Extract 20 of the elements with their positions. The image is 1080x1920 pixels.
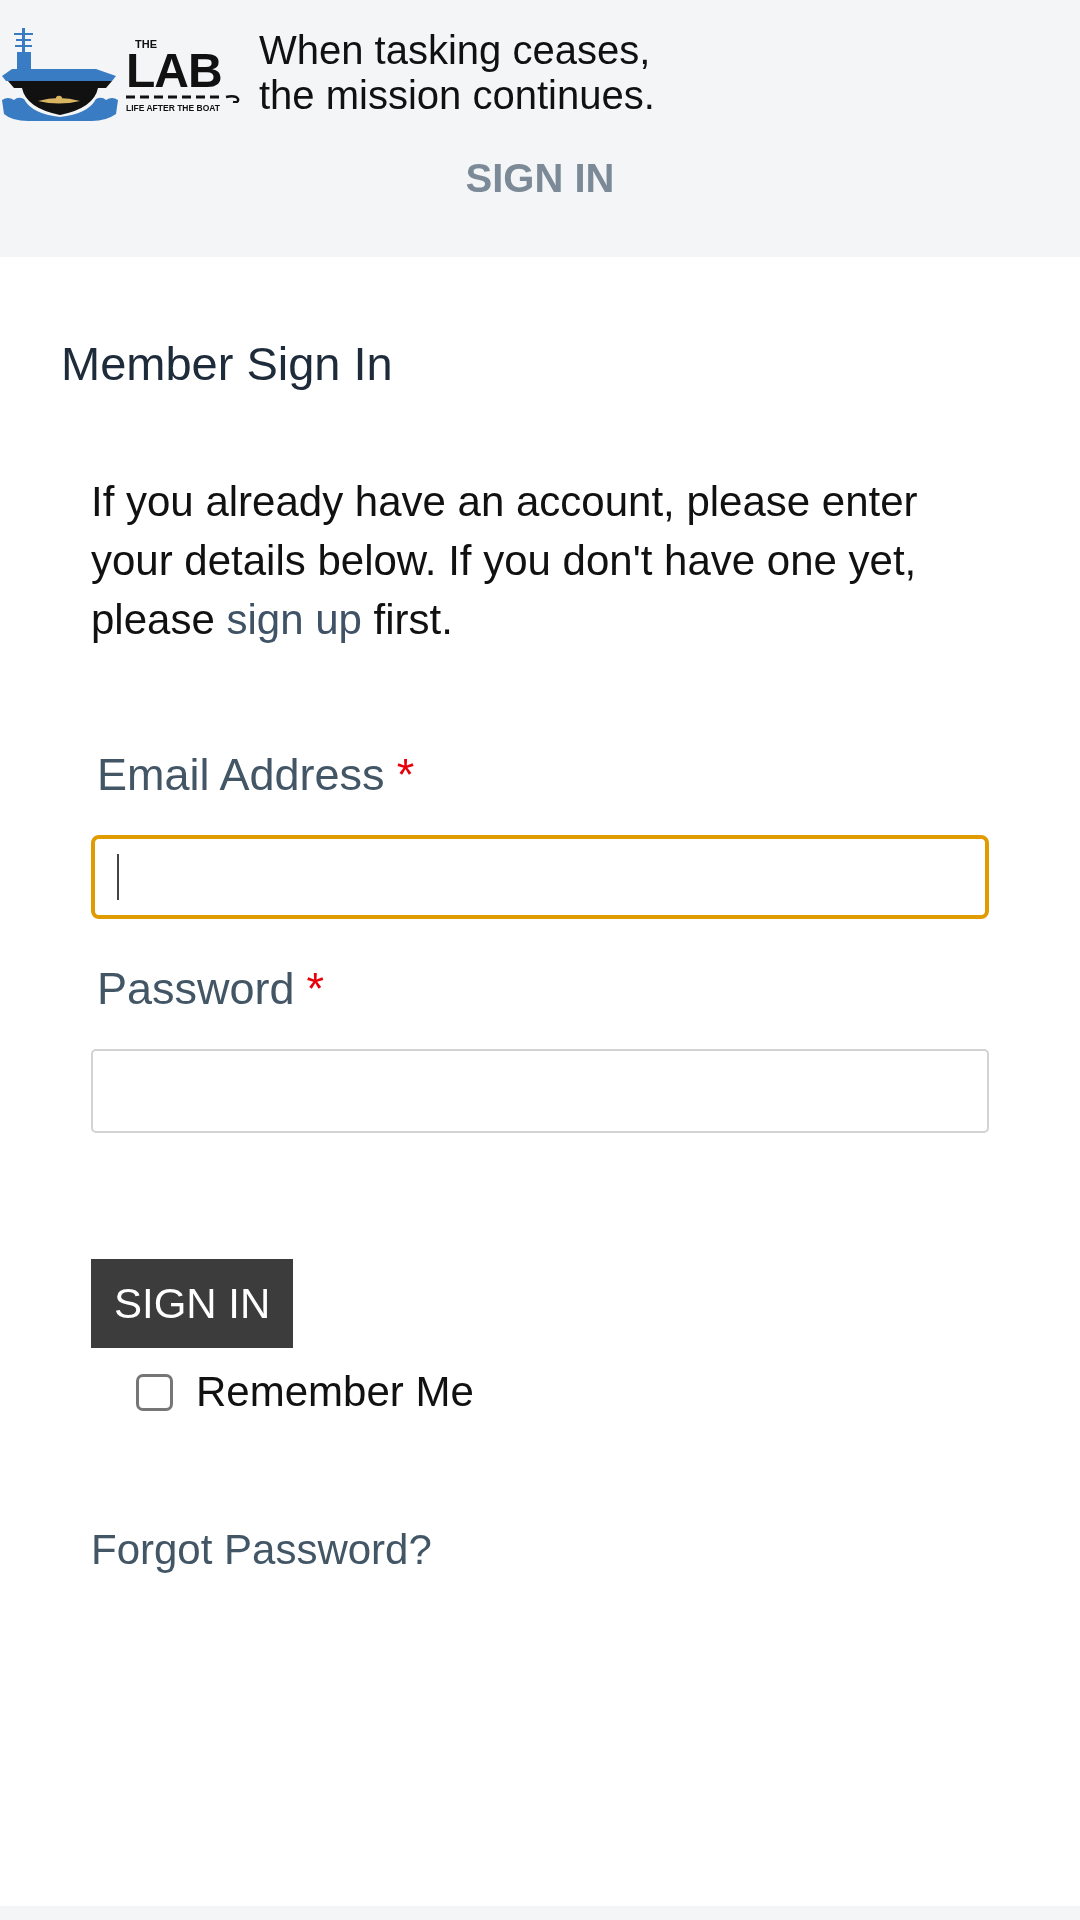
input-field[interactable]	[91, 835, 989, 919]
remember-checkbox[interactable]	[136, 1373, 173, 1411]
sign-in-button[interactable]: SIGN IN	[91, 1259, 294, 1348]
required-mark: *	[396, 749, 415, 801]
logo-text: THE	[134, 38, 157, 50]
required-mark: *	[306, 963, 325, 1015]
input-field[interactable]	[91, 1049, 989, 1133]
logo-text: LAB	[126, 50, 222, 92]
dashed-line-icon	[126, 94, 242, 103]
tagline-text: When tasking ceases, the mission continues.	[259, 28, 656, 118]
sign-up-link[interactable]: sign up	[226, 596, 362, 643]
logo-text: LIFE AFTER THE BOAT	[126, 103, 220, 113]
ship-icon	[2, 28, 118, 121]
remember-me-label[interactable]: Remember Me	[196, 1369, 474, 1415]
text-cursor-icon	[117, 854, 119, 900]
field-label: Password	[97, 963, 295, 1015]
page-title: Member Sign In	[61, 336, 393, 391]
field-label: Email Address	[97, 749, 385, 801]
intro-text: If you already have an account, please enter your details below. If you don't have one yet, please sign up first.	[91, 477, 919, 645]
forgot-password-link[interactable]: Forgot Password?	[91, 1526, 432, 1573]
